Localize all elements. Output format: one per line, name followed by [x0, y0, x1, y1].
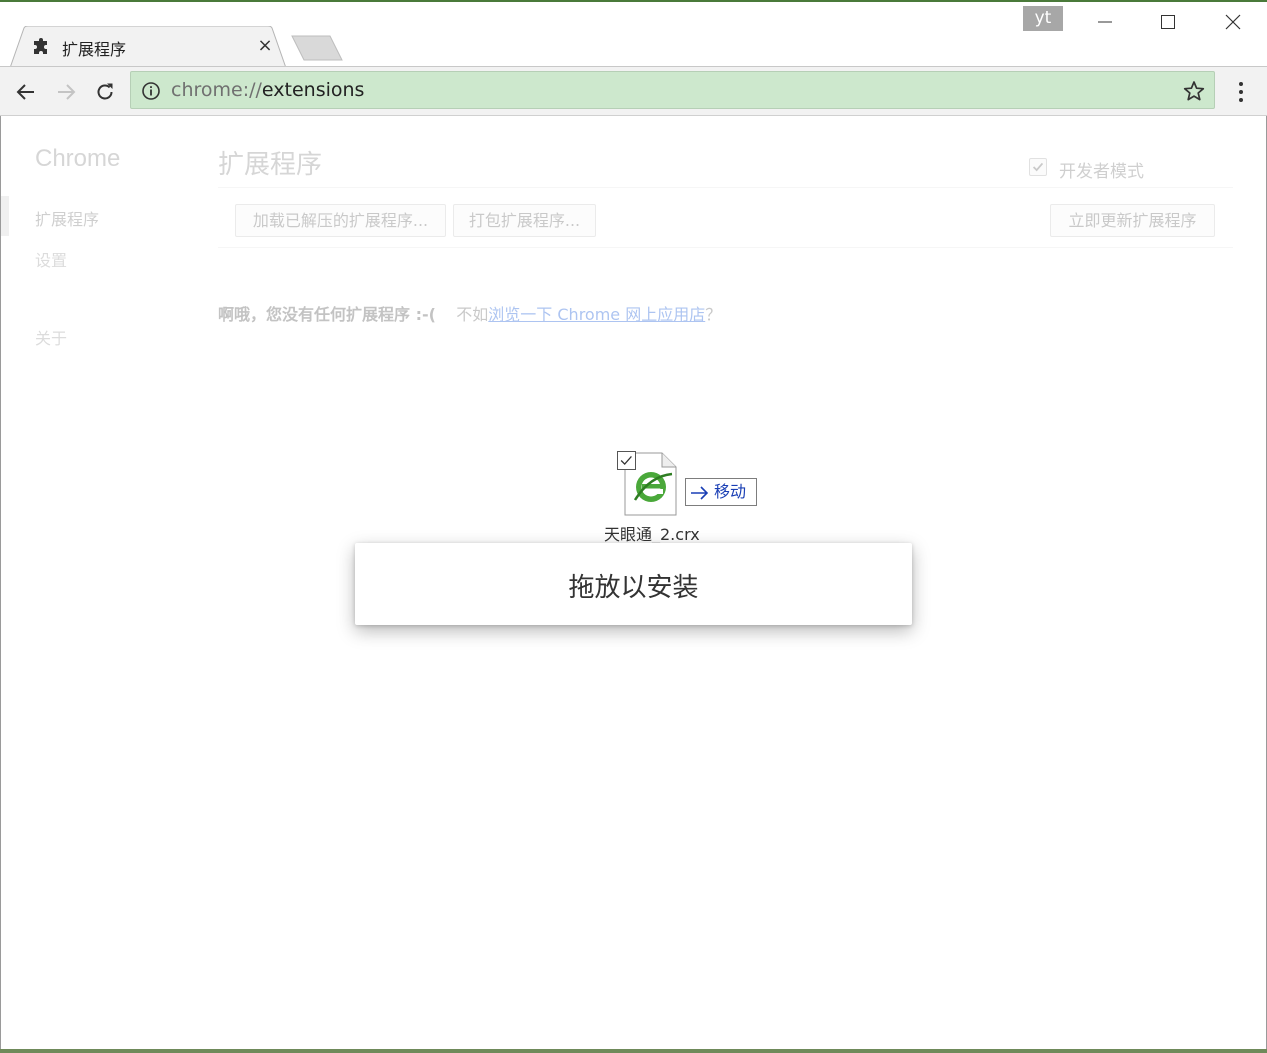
- arrow-right-icon: [58, 84, 76, 100]
- bookmark-star-icon[interactable]: [1183, 80, 1205, 102]
- drag-select-checkbox-icon: [617, 451, 636, 470]
- minimize-icon: [1098, 21, 1112, 23]
- forward-button[interactable]: [52, 78, 80, 106]
- sidebar-active-indicator: [1, 196, 9, 236]
- web-store-link[interactable]: 浏览一下 Chrome 网上应用店: [488, 305, 705, 324]
- window-bottom-edge: [0, 1049, 1267, 1053]
- url-scheme: chrome://: [171, 79, 262, 101]
- reload-icon: [97, 83, 113, 100]
- no-extensions-message: 啊哦，您没有任何扩展程序 :-( 不如浏览一下 Chrome 网上应用店？: [218, 301, 721, 325]
- divider: [218, 247, 1233, 248]
- url-text[interactable]: chrome://extensions: [171, 79, 364, 101]
- divider: [218, 187, 1233, 188]
- profile-badge[interactable]: yt: [1023, 6, 1063, 31]
- kebab-menu-icon[interactable]: [1230, 79, 1252, 105]
- dragged-file-name: 天眼通_2.crx: [604, 525, 700, 544]
- drop-to-install-overlay[interactable]: 拖放以安装: [355, 543, 912, 625]
- address-bar[interactable]: chrome://extensions: [130, 71, 1215, 109]
- minimize-button[interactable]: [1082, 6, 1128, 36]
- reload-button[interactable]: [91, 78, 119, 106]
- info-icon[interactable]: [141, 81, 161, 101]
- no-extensions-prefix: 不如: [456, 305, 489, 324]
- title-bar: 扩展程序 × yt: [0, 0, 1267, 68]
- tab-close-button[interactable]: ×: [256, 35, 274, 57]
- drop-to-install-text: 拖放以安装: [568, 573, 699, 603]
- close-icon: [1225, 14, 1241, 30]
- no-extensions-suffix: ？: [705, 305, 722, 324]
- window-close-button[interactable]: [1210, 6, 1256, 36]
- maximize-button[interactable]: [1145, 6, 1191, 36]
- load-unpacked-button[interactable]: 加载已解压的扩展程序...: [235, 204, 446, 237]
- move-label: 移动: [714, 482, 747, 501]
- tab-extensions[interactable]: 扩展程序 ×: [10, 26, 286, 68]
- sidebar-item-extensions[interactable]: 扩展程序: [35, 206, 99, 230]
- sidebar-item-settings[interactable]: 设置: [35, 247, 67, 271]
- back-button[interactable]: [12, 78, 40, 106]
- move-arrow-icon: [691, 486, 709, 500]
- checkbox-checked-icon[interactable]: [1029, 158, 1047, 176]
- update-extensions-button[interactable]: 立即更新扩展程序: [1050, 204, 1215, 237]
- arrow-left-icon: [16, 84, 34, 100]
- browser-toolbar: chrome://extensions: [0, 66, 1267, 116]
- sidebar-item-about[interactable]: 关于: [35, 325, 67, 349]
- drag-move-tooltip: 移动: [685, 478, 757, 506]
- url-path: extensions: [261, 79, 365, 101]
- no-extensions-text: 啊哦，您没有任何扩展程序 :-(: [218, 305, 436, 324]
- sidebar-title: Chrome: [35, 145, 121, 172]
- page-title: 扩展程序: [218, 150, 323, 180]
- puzzle-piece-icon: [34, 38, 47, 54]
- new-tab-button[interactable]: [290, 35, 344, 61]
- pack-extension-button[interactable]: 打包扩展程序...: [453, 204, 596, 237]
- developer-mode-label: 开发者模式: [1059, 162, 1144, 182]
- maximize-icon: [1161, 15, 1175, 29]
- tab-title: 扩展程序: [62, 40, 127, 59]
